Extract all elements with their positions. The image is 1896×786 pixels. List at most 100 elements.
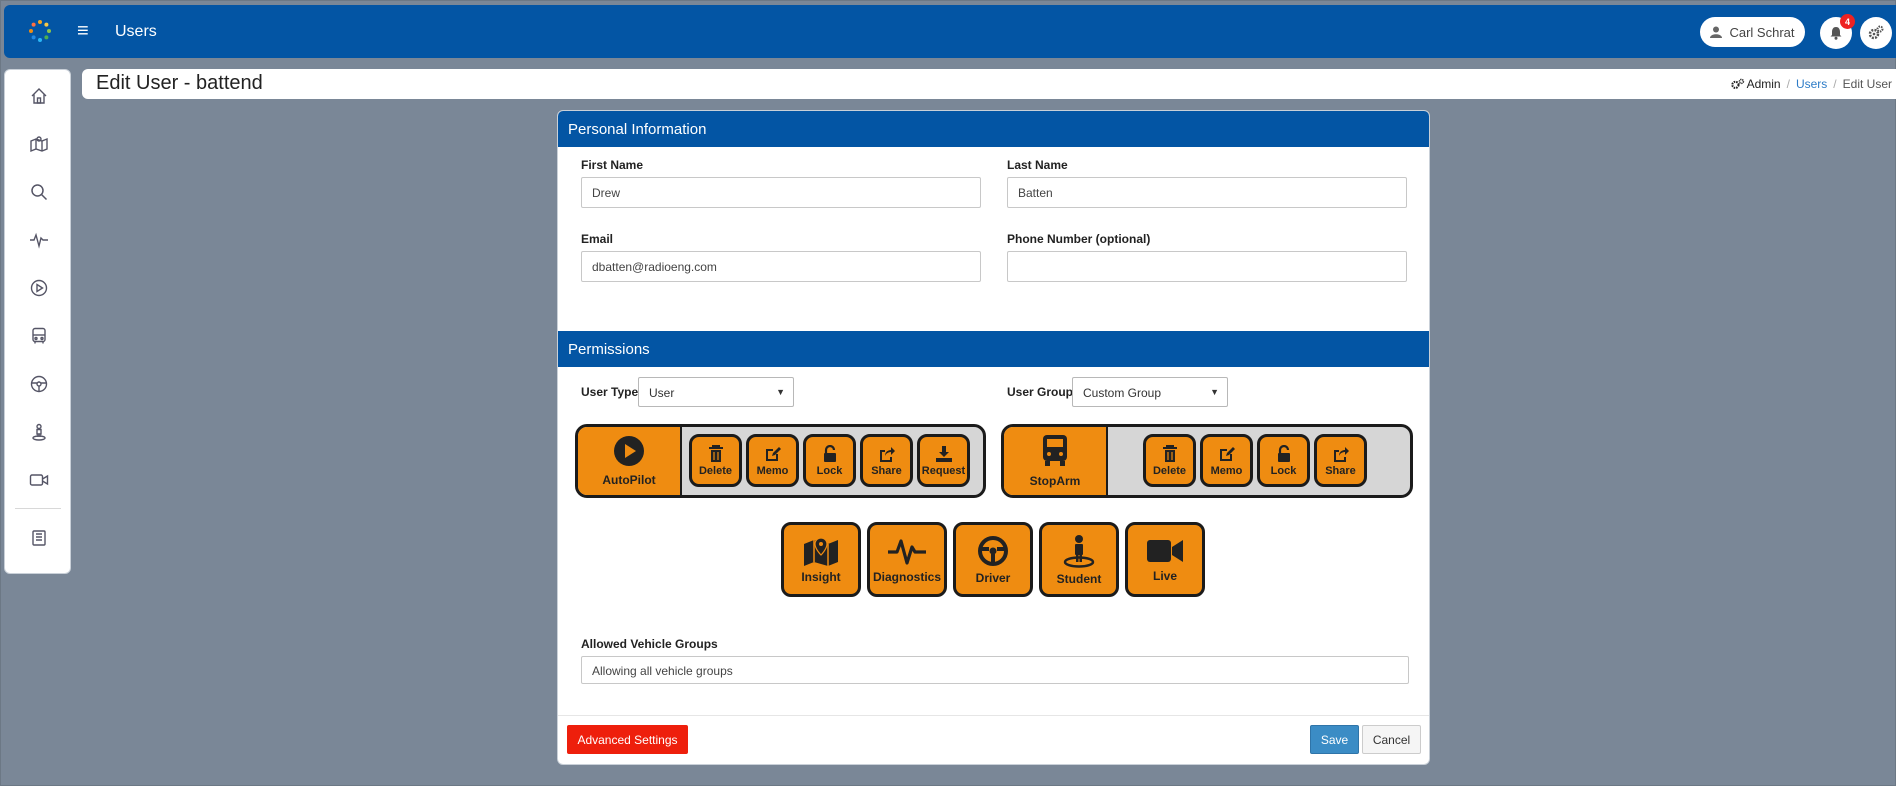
search-icon	[31, 184, 48, 201]
sidebar-item-autopilot[interactable]	[27, 276, 51, 300]
live-toggle[interactable]: Live	[1125, 522, 1205, 597]
memo-label: Memo	[756, 464, 789, 477]
last-name-label: Last Name	[1007, 158, 1068, 172]
autopilot-memo-toggle[interactable]: Memo	[746, 434, 799, 487]
driver-label: Driver	[975, 570, 1011, 585]
breadcrumb: Admin / Users / Edit User	[1730, 77, 1892, 91]
stoparm-label: StopArm	[1029, 474, 1081, 488]
user-group-label: User Group	[1007, 385, 1074, 399]
phone-field[interactable]	[1007, 251, 1407, 282]
autopilot-toggle[interactable]: AutoPilot	[578, 427, 682, 495]
sidebar	[4, 69, 71, 574]
breadcrumb-current: Edit User	[1842, 77, 1892, 91]
play-icon	[30, 279, 48, 297]
unlock-icon	[1277, 444, 1290, 462]
sidebar-item-diagnostics[interactable]	[27, 228, 51, 252]
gears-icon	[1868, 25, 1884, 40]
last-name-field[interactable]: Batten	[1007, 177, 1407, 208]
autopilot-delete-toggle[interactable]: Delete	[689, 434, 742, 487]
student-toggle[interactable]: Student	[1039, 522, 1119, 597]
unlock-icon	[823, 444, 836, 462]
student-icon	[1063, 534, 1095, 568]
user-menu-button[interactable]: Carl Schrat	[1700, 17, 1805, 47]
video-icon	[29, 474, 49, 486]
user-icon	[1710, 26, 1723, 38]
steering-wheel-icon	[30, 375, 48, 393]
user-group-value: Custom Group	[1083, 386, 1162, 400]
sidebar-item-home[interactable]	[27, 84, 51, 108]
breadcrumb-admin[interactable]: Admin	[1747, 77, 1781, 91]
stoparm-delete-toggle[interactable]: Delete	[1143, 434, 1196, 487]
breadcrumb-users[interactable]: Users	[1796, 77, 1827, 91]
footer-divider	[558, 715, 1429, 716]
phone-label: Phone Number (optional)	[1007, 232, 1151, 246]
save-button[interactable]: Save	[1310, 725, 1359, 754]
user-type-value: User	[649, 386, 675, 400]
vehicle-groups-field[interactable]: Allowing all vehicle groups	[581, 656, 1409, 684]
autopilot-request-toggle[interactable]: Request	[917, 434, 970, 487]
edit-user-card: Personal Information First Name Drew Las…	[557, 110, 1430, 765]
edit-icon	[1219, 446, 1235, 461]
breadcrumb-separator: /	[1833, 77, 1837, 91]
permissions-heading: Permissions	[558, 331, 1429, 367]
share-icon	[1333, 446, 1349, 462]
driver-toggle[interactable]: Driver	[953, 522, 1033, 597]
play-icon	[614, 436, 644, 466]
diagnostics-toggle[interactable]: Diagnostics	[867, 522, 947, 597]
diagnostics-label: Diagnostics	[872, 569, 941, 584]
sidebar-item-stoparm[interactable]	[27, 324, 51, 348]
bus-icon	[1043, 435, 1067, 466]
stoparm-share-toggle[interactable]: Share	[1314, 434, 1367, 487]
breadcrumb-separator: /	[1786, 77, 1790, 91]
stoparm-toggle[interactable]: StopArm	[1004, 427, 1108, 495]
logo-icon[interactable]	[28, 19, 52, 43]
bell-icon	[1830, 27, 1842, 40]
vehicle-groups-label: Allowed Vehicle Groups	[581, 637, 718, 651]
autopilot-lock-toggle[interactable]: Lock	[803, 434, 856, 487]
personal-info-heading: Personal Information	[558, 111, 1429, 147]
sidebar-item-map[interactable]	[27, 132, 51, 156]
sidebar-item-search[interactable]	[27, 180, 51, 204]
stoparm-memo-toggle[interactable]: Memo	[1200, 434, 1253, 487]
video-icon	[1147, 539, 1183, 562]
sidebar-item-student[interactable]	[27, 420, 51, 444]
notification-badge: 4	[1840, 14, 1855, 29]
trash-icon	[708, 444, 723, 462]
advanced-settings-button[interactable]: Advanced Settings	[567, 725, 688, 754]
gears-icon	[1730, 78, 1744, 89]
student-icon	[32, 423, 46, 441]
page-header: Edit User - battend Admin / Users / Edit…	[82, 69, 1896, 99]
user-type-select[interactable]: User ▼	[638, 377, 794, 407]
user-type-label: User Type	[581, 385, 639, 399]
hamburger-menu-icon[interactable]: ≡	[77, 21, 89, 41]
pulse-icon	[30, 232, 48, 249]
sidebar-item-live[interactable]	[27, 468, 51, 492]
user-group-select[interactable]: Custom Group ▼	[1072, 377, 1228, 407]
caret-down-icon: ▼	[776, 387, 785, 397]
map-icon	[30, 136, 48, 153]
memo-label: Memo	[1210, 464, 1243, 477]
map-marker-icon	[804, 536, 838, 566]
book-icon	[32, 530, 46, 546]
live-label: Live	[1152, 568, 1177, 583]
email-field[interactable]: dbatten@radioeng.com	[581, 251, 981, 282]
download-icon	[935, 445, 952, 462]
stoparm-lock-toggle[interactable]: Lock	[1257, 434, 1310, 487]
lock-label: Lock	[816, 464, 843, 477]
request-label: Request	[921, 464, 966, 477]
page-title: Edit User - battend	[96, 72, 263, 94]
lock-label: Lock	[1270, 464, 1297, 477]
settings-button[interactable]	[1860, 17, 1892, 49]
delete-label: Delete	[1152, 464, 1187, 477]
share-label: Share	[871, 464, 902, 477]
first-name-field[interactable]: Drew	[581, 177, 981, 208]
home-icon	[31, 88, 47, 104]
delete-label: Delete	[698, 464, 733, 477]
bus-icon	[32, 327, 46, 344]
sidebar-item-docs[interactable]	[27, 526, 51, 550]
autopilot-permission-group: AutoPilot Delete Memo Lock Share Request	[575, 424, 986, 498]
sidebar-item-driver[interactable]	[27, 372, 51, 396]
insight-toggle[interactable]: Insight	[781, 522, 861, 597]
autopilot-share-toggle[interactable]: Share	[860, 434, 913, 487]
cancel-button[interactable]: Cancel	[1362, 725, 1421, 754]
